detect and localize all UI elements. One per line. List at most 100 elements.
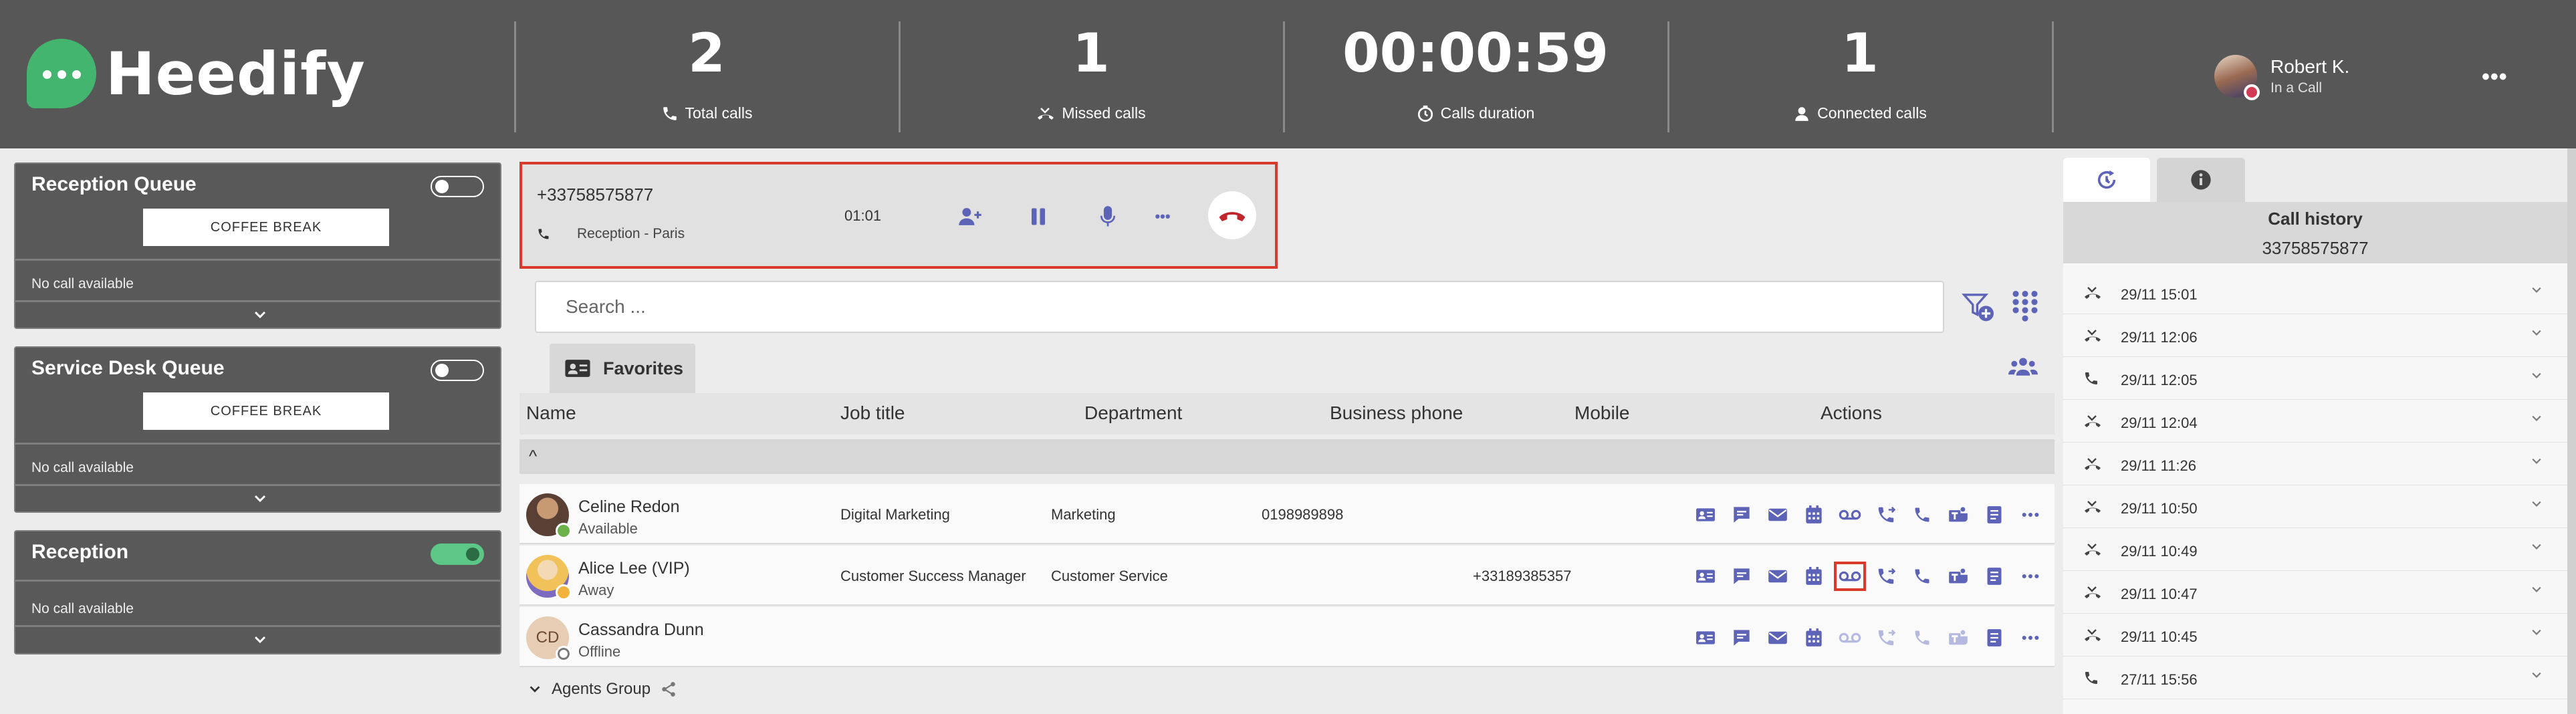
email-icon[interactable] (1763, 563, 1792, 590)
teams-icon[interactable] (1944, 563, 1973, 590)
call-icon[interactable] (1907, 501, 1937, 528)
pause-icon[interactable] (1025, 203, 1052, 230)
chevron-down-icon[interactable] (2530, 369, 2543, 382)
calendar-icon[interactable] (1799, 501, 1829, 528)
more-icon[interactable] (2016, 563, 2045, 590)
microphone-icon[interactable] (1094, 203, 1121, 230)
chevron-down-icon[interactable] (2530, 455, 2543, 468)
history-item[interactable]: 29/11 10:47 (2063, 571, 2567, 614)
table-row[interactable]: CD Cassandra Dunn Offline (519, 607, 2055, 667)
stat-value: 2 (688, 22, 725, 84)
forward-call-icon[interactable] (1871, 624, 1901, 651)
tab-info[interactable] (2157, 158, 2245, 202)
history-item[interactable]: 29/11 10:50 (2063, 485, 2567, 528)
contact-name: Alice Lee (VIP) (578, 559, 690, 578)
chevron-down-icon[interactable] (2530, 497, 2543, 511)
history-item[interactable]: 29/11 12:06 (2063, 314, 2567, 357)
history-item[interactable]: 29/11 10:49 (2063, 528, 2567, 571)
chevron-down-icon[interactable] (2530, 412, 2543, 425)
queue-toggle[interactable] (431, 176, 484, 197)
history-item[interactable]: 29/11 12:04 (2063, 400, 2567, 443)
chat-icon[interactable] (1727, 624, 1756, 651)
tab-favorites[interactable]: Favorites (550, 344, 695, 393)
avatar: CD (526, 616, 572, 662)
forward-call-icon[interactable] (1871, 563, 1901, 590)
notes-icon[interactable] (1980, 563, 2009, 590)
chevron-down-icon[interactable] (252, 491, 268, 507)
missed-call-icon (2085, 544, 2101, 556)
user-name: Robert K. (2270, 56, 2350, 77)
chevron-down-icon[interactable] (2530, 326, 2543, 340)
contact-card-icon[interactable] (1691, 563, 1720, 590)
voicemail-icon[interactable] (1834, 562, 1866, 591)
coffee-break-button[interactable]: COFFEE BREAK (143, 209, 389, 246)
history-item[interactable]: 29/11 12:05 (2063, 357, 2567, 400)
queue-toggle[interactable] (431, 360, 484, 381)
search-input[interactable]: Search ... (535, 281, 1944, 333)
column-header[interactable]: Mobile (1574, 402, 1629, 424)
hang-up-button[interactable] (1208, 191, 1256, 239)
chat-icon[interactable] (1727, 563, 1756, 590)
chevron-down-icon[interactable] (252, 632, 268, 648)
dialpad-icon[interactable] (2011, 289, 2039, 322)
history-item[interactable]: 29/11 10:45 (2063, 614, 2567, 657)
history-item[interactable]: 29/11 15:01 (2063, 271, 2567, 314)
queue-toggle[interactable] (431, 544, 484, 565)
share-icon[interactable] (660, 681, 677, 698)
table-row[interactable]: Alice Lee (VIP) Away Customer Success Ma… (519, 546, 2055, 606)
stat-value: 1 (1072, 22, 1110, 84)
forward-call-icon[interactable] (1871, 501, 1901, 528)
column-header[interactable]: Name (526, 402, 576, 424)
group-row[interactable]: ^ (519, 439, 2055, 474)
column-header[interactable]: Department (1084, 402, 1182, 424)
contact-card-icon[interactable] (1691, 501, 1720, 528)
chevron-down-icon[interactable] (2530, 283, 2543, 297)
calendar-icon[interactable] (1799, 624, 1829, 651)
voicemail-icon[interactable] (1835, 501, 1865, 528)
business-phone[interactable]: 0198989898 (1262, 506, 1343, 523)
group-contacts-icon[interactable] (2008, 354, 2038, 381)
add-participant-icon[interactable] (957, 203, 983, 230)
notes-icon[interactable] (1980, 624, 2009, 651)
more-options-icon[interactable]: ••• (2482, 64, 2508, 90)
more-call-options-icon[interactable]: ••• (1149, 203, 1176, 230)
contact-card-icon[interactable] (1691, 624, 1720, 651)
table-row[interactable]: Celine Redon Available Digital Marketing… (519, 484, 2055, 544)
chevron-down-icon[interactable] (2530, 626, 2543, 639)
hang-up-icon (1219, 212, 1246, 221)
app-logo: Heedify (27, 39, 366, 108)
user-profile[interactable]: Robert K. In a Call (2214, 55, 2350, 100)
history-item[interactable]: 29/11 11:26 (2063, 443, 2567, 485)
incoming-call-icon (2085, 372, 2097, 384)
call-icon[interactable] (1907, 624, 1937, 651)
filter-add-icon[interactable] (1962, 291, 1995, 322)
chevron-down-icon[interactable] (2530, 583, 2543, 596)
column-header[interactable]: Business phone (1330, 402, 1463, 424)
department: Customer Service (1051, 568, 1168, 584)
job-title: Digital Marketing (840, 506, 950, 523)
chevron-down-icon[interactable] (2530, 669, 2543, 682)
teams-icon[interactable] (1944, 624, 1973, 651)
chevron-down-icon[interactable] (528, 682, 542, 697)
calendar-icon[interactable] (1799, 563, 1829, 590)
scrollbar[interactable] (2567, 148, 2576, 714)
teams-icon[interactable] (1944, 501, 1973, 528)
more-icon[interactable] (2016, 501, 2045, 528)
group-row-agents[interactable]: Agents Group (519, 669, 2055, 710)
chevron-down-icon[interactable] (252, 307, 268, 323)
email-icon[interactable] (1763, 624, 1792, 651)
column-header[interactable]: Job title (840, 402, 905, 424)
stat-label: Connected calls (1817, 104, 1927, 122)
more-icon[interactable] (2016, 624, 2045, 651)
chevron-up-icon[interactable]: ^ (529, 446, 537, 467)
chevron-down-icon[interactable] (2530, 540, 2543, 554)
coffee-break-button[interactable]: COFFEE BREAK (143, 392, 389, 430)
chat-icon[interactable] (1727, 501, 1756, 528)
tab-history[interactable] (2063, 158, 2150, 202)
notes-icon[interactable] (1980, 501, 2009, 528)
history-item[interactable]: 27/11 15:56 (2063, 657, 2567, 699)
voicemail-icon[interactable] (1835, 624, 1865, 651)
call-icon[interactable] (1907, 563, 1937, 590)
email-icon[interactable] (1763, 501, 1792, 528)
mobile-phone[interactable]: +33189385357 (1473, 568, 1571, 585)
